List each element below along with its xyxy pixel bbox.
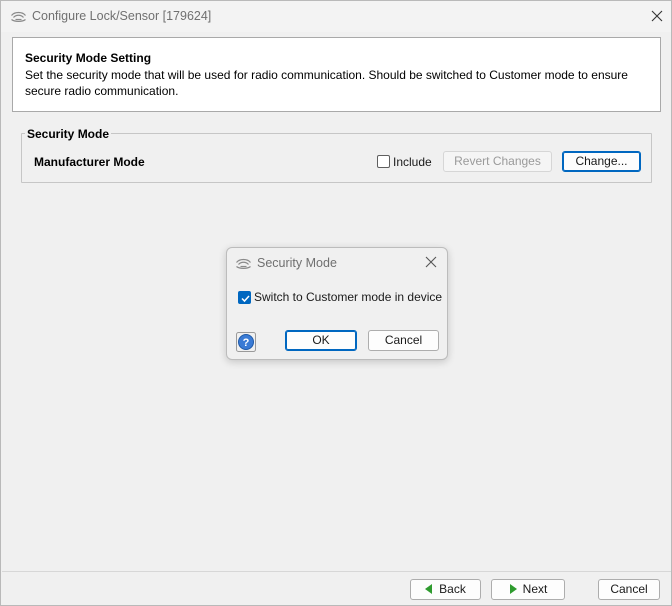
help-icon[interactable]: ? <box>236 332 256 352</box>
current-mode-label: Manufacturer Mode <box>34 155 145 169</box>
back-button[interactable]: Back <box>410 579 481 600</box>
change-button[interactable]: Change... <box>562 151 641 172</box>
customer-mode-label[interactable]: Switch to Customer mode in device <box>254 290 442 304</box>
footer-divider <box>2 571 671 572</box>
revert-changes-button[interactable]: Revert Changes <box>443 151 552 172</box>
title-bar[interactable]: Configure Lock/Sensor [179624] <box>1 1 671 32</box>
back-label: Back <box>439 582 466 596</box>
include-label[interactable]: Include <box>393 155 432 169</box>
include-checkbox[interactable] <box>377 155 390 168</box>
ok-button[interactable]: OK <box>285 330 357 351</box>
arrow-right-icon <box>509 583 517 594</box>
wizard-window: Configure Lock/Sensor [179624] Security … <box>0 0 672 606</box>
security-mode-legend: Security Mode <box>25 127 112 141</box>
window-title: Configure Lock/Sensor [179624] <box>32 9 212 23</box>
dialog-cancel-button[interactable]: Cancel <box>368 330 439 351</box>
cancel-button[interactable]: Cancel <box>598 579 660 600</box>
security-mode-dialog: Security Mode Switch to Customer mode in… <box>226 247 448 360</box>
customer-mode-checkbox[interactable] <box>238 291 251 304</box>
signal-waves-icon <box>236 258 251 269</box>
signal-waves-icon <box>11 11 26 22</box>
next-button[interactable]: Next <box>491 579 565 600</box>
arrow-left-icon <box>425 583 433 594</box>
svg-text:?: ? <box>243 337 250 349</box>
check-icon <box>241 295 250 303</box>
header-title: Security Mode Setting <box>25 51 152 65</box>
header-description: Set the security mode that will be used … <box>25 68 628 98</box>
close-icon[interactable] <box>647 6 667 26</box>
close-icon[interactable] <box>423 254 439 270</box>
next-label: Next <box>522 582 548 596</box>
header-panel: Security Mode Setting Set the security m… <box>12 37 661 112</box>
dialog-title: Security Mode <box>257 256 337 270</box>
